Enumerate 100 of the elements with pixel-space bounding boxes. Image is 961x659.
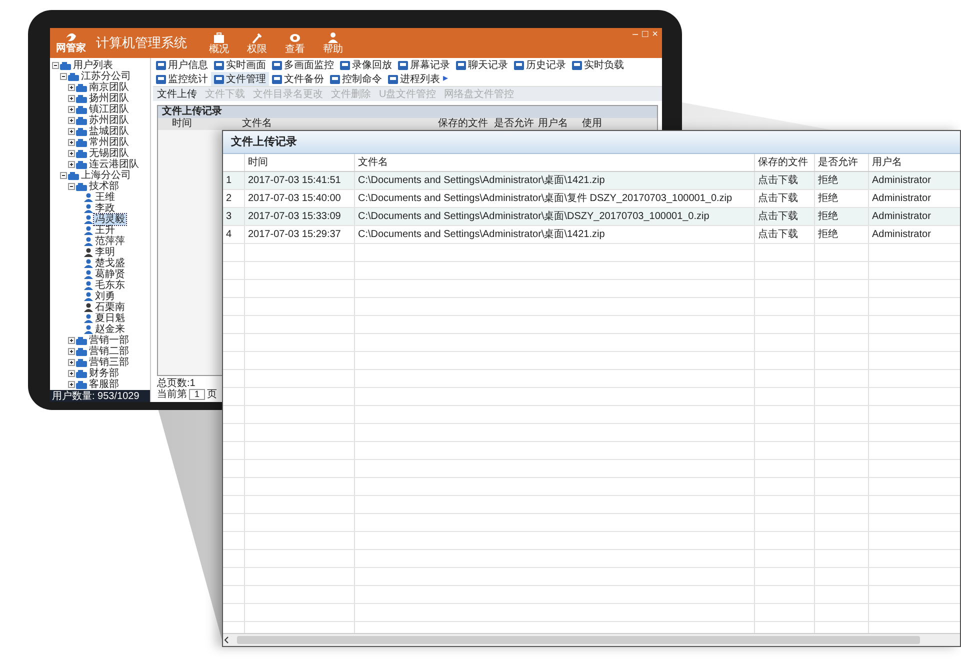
group-icon	[76, 150, 87, 158]
expand-icon[interactable]	[68, 348, 75, 355]
table-cell: 2017-07-03 15:40:00	[248, 193, 341, 204]
tree-item[interactable]: 镇江团队	[88, 104, 130, 115]
window-control[interactable]: –	[632, 29, 638, 40]
toolbar-button[interactable]: 进程列表	[385, 72, 443, 86]
tree-item[interactable]: 刘勇	[94, 291, 116, 302]
toolbar-button[interactable]: 实时负载	[569, 58, 627, 72]
table-cell: 拒绝	[818, 193, 838, 204]
expand-icon[interactable]	[68, 106, 75, 113]
table-cell[interactable]: 点击下载	[758, 211, 798, 222]
column-header: 是否允许	[818, 157, 858, 168]
tree-item[interactable]: 扬州团队	[88, 93, 130, 104]
tree-item[interactable]: 上海分公司	[80, 170, 132, 181]
column-header: 时间	[248, 157, 268, 168]
column-header: 保存的文件	[758, 157, 808, 168]
tree-item[interactable]: 石栗南	[94, 302, 126, 313]
table-cell[interactable]: 点击下载	[758, 175, 798, 186]
table-cell: C:\Documents and Settings\Administrator\桌面\复件 DSZY_20170703_100001_0.zip	[358, 193, 732, 204]
window-icon	[398, 60, 408, 70]
toolbar-button[interactable]: 用户信息	[153, 58, 211, 72]
group-icon	[76, 380, 87, 388]
page-field[interactable]: 1	[189, 389, 205, 400]
window-icon	[572, 60, 582, 70]
expand-icon[interactable]	[68, 139, 75, 146]
tree-item[interactable]: 连云港团队	[88, 159, 140, 170]
tree-item[interactable]: 苏州团队	[88, 115, 130, 126]
status-bar: 用户数量: 953/1029	[50, 390, 150, 402]
tree-item[interactable]: 楚戈盛	[94, 258, 126, 269]
expand-icon[interactable]	[68, 370, 75, 377]
tree-item[interactable]: 用户列表	[72, 60, 114, 71]
header-button[interactable]: 查看	[281, 32, 309, 54]
expand-icon[interactable]	[68, 84, 75, 91]
tree-item[interactable]: 营销一部	[88, 335, 130, 346]
toolbar-button[interactable]: 聊天记录	[453, 58, 511, 72]
table-cell[interactable]: 点击下载	[758, 193, 798, 204]
group-icon	[76, 116, 87, 124]
tree-item[interactable]: 李明	[94, 247, 116, 258]
tree-item[interactable]: 毛东东	[94, 280, 126, 291]
sub-tab[interactable]: 文件上传	[157, 87, 197, 101]
collapse-icon[interactable]	[68, 183, 75, 190]
expand-icon[interactable]	[68, 117, 75, 124]
expand-icon[interactable]	[68, 161, 75, 168]
window-control[interactable]: □	[642, 29, 648, 40]
tree-item[interactable]: 无锡团队	[88, 148, 130, 159]
tree-item[interactable]: 范萍萍	[94, 236, 126, 247]
toolbar-button[interactable]: 控制命令	[327, 72, 385, 86]
tree-item[interactable]: 江苏分公司	[80, 71, 132, 82]
tree-item[interactable]: 赵金来	[94, 324, 126, 335]
window-icon	[272, 74, 282, 84]
collapse-icon[interactable]	[60, 172, 67, 179]
window-icon	[214, 74, 224, 84]
window-icon	[340, 60, 350, 70]
toolbar-button[interactable]: 文件备份	[269, 72, 327, 86]
tree-item[interactable]: 盐城团队	[88, 126, 130, 137]
expand-icon[interactable]	[68, 359, 75, 366]
table-cell: Administrator	[872, 175, 931, 186]
tree-item[interactable]: 客服部	[88, 379, 120, 390]
group-icon	[76, 358, 87, 366]
scrollbar-thumb[interactable]	[237, 636, 920, 644]
tree-item[interactable]: 营销二部	[88, 346, 130, 357]
window-icon	[330, 74, 340, 84]
expand-icon[interactable]	[68, 150, 75, 157]
expand-icon[interactable]	[68, 337, 75, 344]
group-icon	[60, 62, 71, 70]
tree-item[interactable]: 冯灵毅	[94, 214, 126, 225]
tree-item[interactable]: 李政	[94, 203, 116, 214]
expand-icon[interactable]	[68, 95, 75, 102]
tree-item[interactable]: 葛静贤	[94, 269, 126, 280]
table-cell[interactable]: 点击下载	[758, 229, 798, 240]
tree-item[interactable]: 营销三部	[88, 357, 130, 368]
toolbar-button[interactable]: 录像回放	[337, 58, 395, 72]
expand-icon[interactable]	[68, 381, 75, 388]
toolbar-button[interactable]: 实时画面	[211, 58, 269, 72]
scroll-right-arrow[interactable]: ▸	[443, 72, 448, 86]
toolbar-button[interactable]: 监控统计	[153, 72, 211, 86]
tree-item[interactable]: 王维	[94, 192, 116, 203]
header-button[interactable]: 权限	[243, 32, 271, 54]
collapse-icon[interactable]	[60, 73, 67, 80]
table-cell: Administrator	[872, 211, 931, 222]
tree-item[interactable]: 财务部	[88, 368, 120, 379]
window-icon	[272, 60, 282, 70]
window-icon	[456, 60, 466, 70]
table-cell: 2017-07-03 15:29:37	[248, 229, 341, 240]
toolbar-button[interactable]: 历史记录	[511, 58, 569, 72]
tree-item[interactable]: 南京团队	[88, 82, 130, 93]
window-control[interactable]: ×	[652, 29, 658, 40]
tree-item[interactable]: 常州团队	[88, 137, 130, 148]
toolbar-button[interactable]: 文件管理	[211, 72, 269, 86]
toolbar-button[interactable]: 多画面监控	[269, 58, 337, 72]
tree-item[interactable]: 技术部	[88, 181, 120, 192]
tree-item[interactable]: 王升	[94, 225, 116, 236]
collapse-icon[interactable]	[52, 62, 59, 69]
toolbar-button[interactable]: 屏幕记录	[395, 58, 453, 72]
tree-item[interactable]: 夏日魁	[94, 313, 126, 324]
row-number: 1	[226, 175, 232, 186]
header-button[interactable]: 概况	[205, 32, 233, 54]
header-button[interactable]: 帮助	[319, 32, 347, 54]
expand-icon[interactable]	[68, 128, 75, 135]
scroll-left-icon[interactable]	[223, 636, 231, 644]
